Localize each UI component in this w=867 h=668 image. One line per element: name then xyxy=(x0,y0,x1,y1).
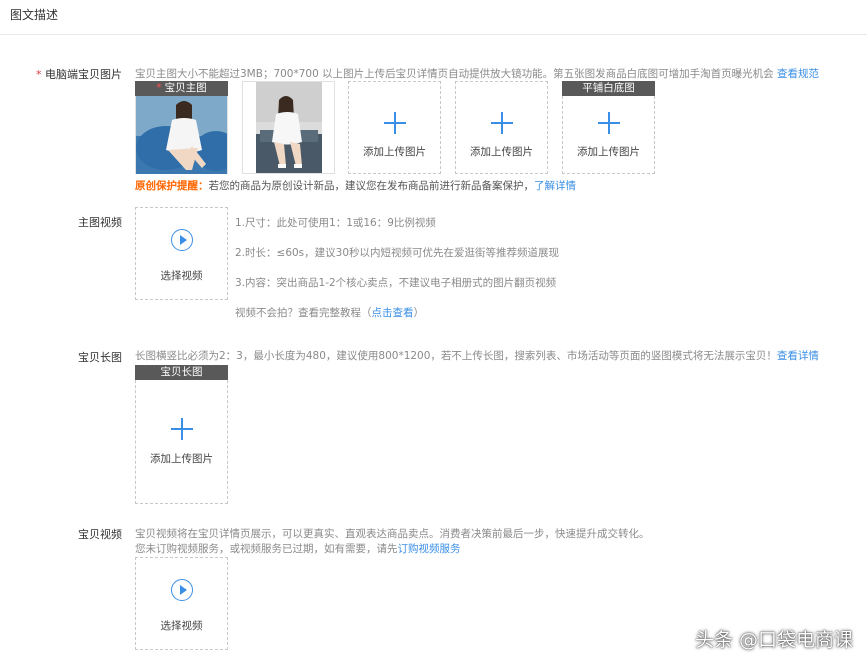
tutorial-suffix: ） xyxy=(413,307,425,319)
plus-icon xyxy=(383,112,406,134)
tutorial-prefix: 视频不会拍？查看完整教程（ xyxy=(235,307,372,319)
main-image-slot-3[interactable]: 添加上传图片 xyxy=(348,81,441,174)
main-image-slot-2[interactable] xyxy=(242,81,335,174)
caption-text: 宝贝主图 xyxy=(164,82,207,94)
video-rule-duration: 2.时长：≤60s，建议30秒以内短视频可优先在爱逛街等推荐频道展现 xyxy=(235,247,560,259)
main-image-slot-5[interactable]: 平铺白底图 添加上传图片 xyxy=(562,81,655,174)
caption-required-mark: * xyxy=(156,82,162,94)
main-image-photo-2 xyxy=(256,82,322,173)
select-video-text: 选择视频 xyxy=(160,620,203,632)
subscribe-video-service-link[interactable]: 订购视频服务 xyxy=(398,543,461,555)
item-video-hint-line1: 宝贝视频将在宝贝详情页展示，可以更真实、直观表达商品卖点。消费者决策前最后一步，… xyxy=(135,528,650,540)
learn-more-link[interactable]: 了解详情 xyxy=(534,180,576,192)
upload-image-text: 添加上传图片 xyxy=(577,146,640,158)
main-image-photo-1 xyxy=(136,96,227,174)
play-icon xyxy=(170,229,193,251)
plus-icon xyxy=(170,418,193,440)
white-bg-image-caption: 平铺白底图 xyxy=(562,81,655,96)
main-image-slot-4[interactable]: 添加上传图片 xyxy=(455,81,548,174)
long-image-hint: 长图横竖比必须为2：3，最小长度为480，建议使用800*1200，若不上传长图… xyxy=(135,348,819,363)
plus-icon xyxy=(490,112,513,134)
play-icon xyxy=(170,579,193,601)
upload-image-text: 添加上传图片 xyxy=(470,146,533,158)
video-tutorial-line: 视频不会拍？查看完整教程（点击查看） xyxy=(235,305,424,320)
required-mark: * xyxy=(36,68,42,81)
item-video-hint-prefix: 您未订购视频服务，或视频服务已过期，如有需要，请先 xyxy=(135,543,398,555)
original-protection-notice: 原创保护提醒：若您的商品为原创设计新品，建议您在发布商品前进行新品备案保护，了解… xyxy=(135,178,576,193)
long-image-label: 宝贝长图 xyxy=(78,351,122,364)
section-title: 图文描述 xyxy=(10,8,59,22)
item-video-hint-line2: 您未订购视频服务，或视频服务已过期，如有需要，请先订购视频服务 xyxy=(135,541,461,556)
long-image-slot[interactable]: 宝贝长图 添加上传图片 xyxy=(135,365,228,504)
item-video-upload[interactable]: 选择视频 xyxy=(135,557,228,650)
main-video-upload[interactable]: 选择视频 xyxy=(135,207,228,300)
main-video-label: 主图视频 xyxy=(78,216,122,229)
main-images-label-text: 电脑端宝贝图片 xyxy=(45,68,122,81)
long-image-hint-text: 长图横竖比必须为2：3，最小长度为480，建议使用800*1200，若不上传长图… xyxy=(135,350,777,362)
main-images-hint-text: 宝贝主图大小不能超过3MB；700*700 以上图片上传后宝贝详情页自动提供放大… xyxy=(135,68,774,80)
select-video-text: 选择视频 xyxy=(160,270,203,282)
plus-icon xyxy=(597,112,620,134)
long-image-caption: 宝贝长图 xyxy=(135,365,228,380)
watermark: 头条 @口袋电商课 xyxy=(694,629,853,651)
upload-image-text: 添加上传图片 xyxy=(363,146,426,158)
view-details-link[interactable]: 查看详情 xyxy=(777,350,819,362)
main-image-caption: * 宝贝主图 xyxy=(135,81,228,96)
upload-image-text: 添加上传图片 xyxy=(150,453,213,465)
main-images-label: * 电脑端宝贝图片 xyxy=(36,66,122,82)
view-spec-link[interactable]: 查看规范 xyxy=(777,68,819,80)
main-image-slot-1[interactable]: * 宝贝主图 xyxy=(135,81,228,174)
video-rule-content: 3.内容：突出商品1-2个核心卖点，不建议电子相册式的图片翻页视频 xyxy=(235,277,557,289)
view-tutorial-link[interactable]: 点击查看 xyxy=(372,307,414,319)
protection-title: 原创保护提醒： xyxy=(135,180,209,192)
video-rule-size: 1.尺寸：此处可使用1：1或16：9比例视频 xyxy=(235,217,436,229)
main-images-hint: 宝贝主图大小不能超过3MB；700*700 以上图片上传后宝贝详情页自动提供放大… xyxy=(135,66,819,81)
item-video-label: 宝贝视频 xyxy=(78,528,122,541)
protection-text: 若您的商品为原创设计新品，建议您在发布商品前进行新品备案保护， xyxy=(208,180,535,192)
header-divider xyxy=(0,34,867,35)
